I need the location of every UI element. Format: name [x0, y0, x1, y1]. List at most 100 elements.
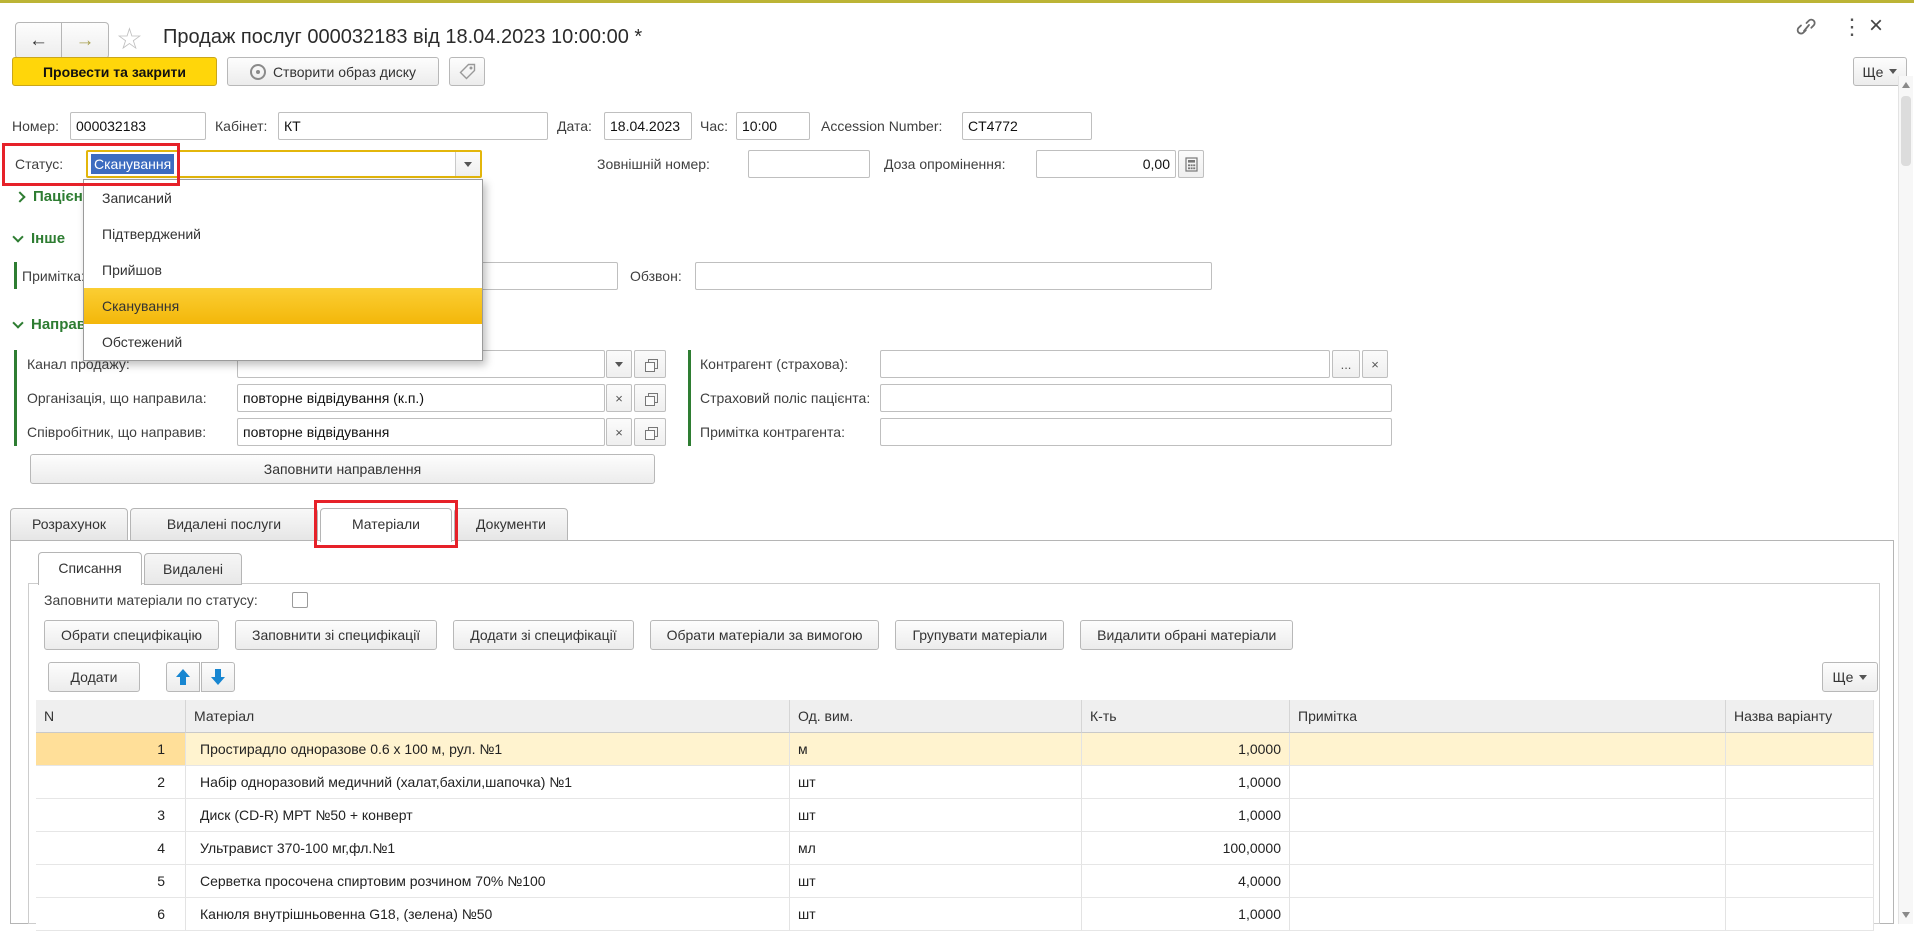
add-row-button[interactable]: Додати: [48, 662, 140, 692]
table-cell[interactable]: Диск (CD-R) МРТ №50 + конверт: [186, 799, 790, 832]
table-cell[interactable]: 1,0000: [1082, 766, 1290, 799]
table-cell[interactable]: 3: [36, 799, 186, 832]
choose-spec-button[interactable]: Обрати специфікацію: [44, 620, 219, 650]
table-cell[interactable]: [1726, 766, 1874, 799]
scroll-down-icon[interactable]: [1902, 912, 1910, 918]
add-from-spec-button[interactable]: Додати зі специфікації: [453, 620, 633, 650]
status-option[interactable]: Підтверджений: [84, 216, 482, 252]
col-header-note[interactable]: Примітка: [1290, 700, 1726, 733]
referring-org-field[interactable]: повторне відвідування (к.п.): [237, 384, 605, 412]
referring-employee-field[interactable]: повторне відвідування: [237, 418, 605, 446]
table-cell[interactable]: шт: [790, 898, 1082, 931]
external-number-field[interactable]: [748, 150, 870, 178]
fill-from-spec-button[interactable]: Заповнити зі специфікації: [235, 620, 437, 650]
accession-number-field[interactable]: CT4772: [962, 112, 1092, 140]
table-cell[interactable]: 4: [36, 832, 186, 865]
col-header-variant[interactable]: Назва варіанту: [1726, 700, 1874, 733]
close-icon[interactable]: ×: [1869, 12, 1883, 40]
move-down-button[interactable]: [201, 662, 235, 692]
table-cell[interactable]: 1,0000: [1082, 733, 1290, 766]
col-header-unit[interactable]: Од. вим.: [790, 700, 1082, 733]
table-cell[interactable]: Ультравист 370-100 мг,фл.№1: [186, 832, 790, 865]
table-cell[interactable]: [1726, 733, 1874, 766]
move-up-button[interactable]: [166, 662, 200, 692]
table-cell[interactable]: м: [790, 733, 1082, 766]
tag-button[interactable]: [449, 57, 485, 86]
kebab-menu-icon[interactable]: ⋮: [1841, 14, 1863, 40]
cabinet-field[interactable]: КТ: [278, 112, 548, 140]
sales-channel-open-button[interactable]: [634, 350, 666, 378]
table-cell[interactable]: мл: [790, 832, 1082, 865]
more-button-table[interactable]: Ще: [1822, 662, 1878, 692]
table-cell[interactable]: шт: [790, 766, 1082, 799]
back-arrow-icon[interactable]: ←: [15, 22, 62, 59]
calculator-button[interactable]: [1178, 150, 1204, 178]
table-cell[interactable]: [1726, 799, 1874, 832]
col-header-qty[interactable]: К-ть: [1082, 700, 1290, 733]
delete-selected-materials-button[interactable]: Видалити обрані матеріали: [1080, 620, 1293, 650]
status-option[interactable]: Прийшов: [84, 252, 482, 288]
table-cell[interactable]: [1290, 799, 1726, 832]
referring-org-open-button[interactable]: [634, 384, 666, 412]
table-cell[interactable]: [1290, 766, 1726, 799]
table-cell[interactable]: [1726, 865, 1874, 898]
table-cell[interactable]: [1290, 865, 1726, 898]
group-materials-button[interactable]: Групувати матеріали: [895, 620, 1064, 650]
link-icon[interactable]: [1793, 17, 1819, 41]
tab-materialy[interactable]: Матеріали: [320, 508, 452, 542]
scroll-up-icon[interactable]: [1902, 82, 1910, 88]
create-disc-image-button[interactable]: Створити образ диску: [227, 57, 439, 86]
status-option[interactable]: Записаний: [84, 180, 482, 216]
forward-arrow-icon[interactable]: →: [62, 22, 109, 59]
tab-dokumenty[interactable]: Документи: [454, 508, 568, 541]
table-cell[interactable]: 1,0000: [1082, 799, 1290, 832]
table-cell[interactable]: Канюля внутрішньовенна G18, (зелена) №50: [186, 898, 790, 931]
table-cell[interactable]: Серветка просочена спиртовим розчином 70…: [186, 865, 790, 898]
section-patient[interactable]: Пацієнт: [16, 188, 90, 205]
table-cell[interactable]: [1290, 898, 1726, 931]
scrollbar-thumb[interactable]: [1901, 96, 1911, 166]
date-field[interactable]: 18.04.2023: [604, 112, 692, 140]
referring-employee-open-button[interactable]: [634, 418, 666, 446]
table-cell[interactable]: [1726, 832, 1874, 865]
table-cell[interactable]: Простирадло одноразове 0.6 х 100 м, рул.…: [186, 733, 790, 766]
status-combobox[interactable]: Сканування: [86, 150, 482, 178]
counterparty-clear-button[interactable]: ×: [1362, 350, 1388, 378]
counterparty-choose-button[interactable]: ...: [1332, 350, 1360, 378]
table-cell[interactable]: [1290, 832, 1726, 865]
status-dropdown-button[interactable]: [455, 152, 480, 176]
insurance-policy-field[interactable]: [880, 384, 1392, 412]
table-cell[interactable]: 5: [36, 865, 186, 898]
call-field[interactable]: [695, 262, 1212, 290]
table-cell[interactable]: [1726, 898, 1874, 931]
table-cell[interactable]: 100,0000: [1082, 832, 1290, 865]
tab-rozrakhunok[interactable]: Розрахунок: [10, 508, 128, 541]
table-cell[interactable]: Набір одноразовий медичний (халат,бахіли…: [186, 766, 790, 799]
post-and-close-button[interactable]: Провести та закрити: [12, 57, 217, 86]
counterparty-note-field[interactable]: [880, 418, 1392, 446]
table-cell[interactable]: шт: [790, 799, 1082, 832]
subtab-spysannia[interactable]: Списання: [38, 552, 142, 585]
table-cell[interactable]: 6: [36, 898, 186, 931]
number-field[interactable]: 000032183: [70, 112, 206, 140]
referring-org-clear-button[interactable]: ×: [606, 384, 632, 412]
table-cell[interactable]: шт: [790, 865, 1082, 898]
choose-materials-on-demand-button[interactable]: Обрати матеріали за вимогою: [650, 620, 880, 650]
tab-vydaleni-poslugy[interactable]: Видалені послуги: [130, 508, 318, 541]
sales-channel-dropdown-button[interactable]: [606, 350, 632, 378]
vertical-scrollbar[interactable]: [1898, 76, 1913, 924]
table-cell[interactable]: 4,0000: [1082, 865, 1290, 898]
status-option[interactable]: Обстежений: [84, 324, 482, 360]
radiation-dose-field[interactable]: 0,00: [1036, 150, 1176, 178]
table-cell[interactable]: [1290, 733, 1726, 766]
referring-employee-clear-button[interactable]: ×: [606, 418, 632, 446]
section-other[interactable]: Інше: [14, 230, 65, 247]
favorite-star-icon[interactable]: ☆: [116, 22, 143, 57]
col-header-material[interactable]: Матеріал: [186, 700, 790, 733]
table-cell[interactable]: 1: [36, 733, 186, 766]
subtab-vydaleni[interactable]: Видалені: [144, 553, 242, 585]
status-option-selected[interactable]: Сканування: [84, 288, 482, 324]
col-header-n[interactable]: N: [36, 700, 186, 733]
fill-by-status-checkbox[interactable]: [292, 592, 308, 608]
time-field[interactable]: 10:00: [736, 112, 810, 140]
